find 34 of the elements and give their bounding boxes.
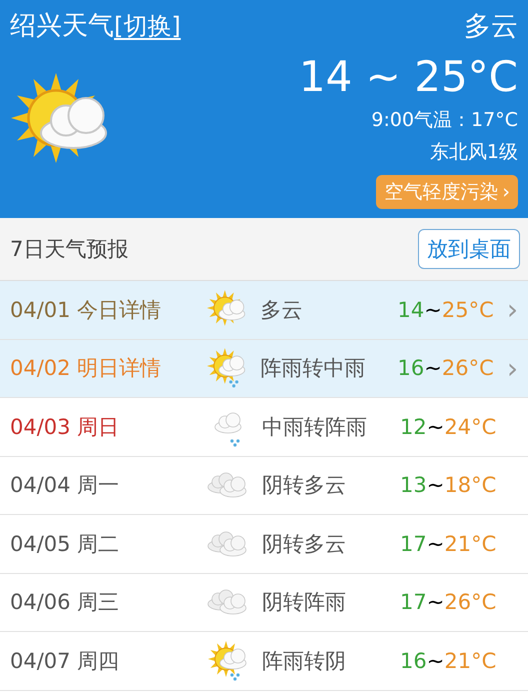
date-text: 04/07 周四 <box>10 648 120 675</box>
chevron-icon: › <box>506 293 518 326</box>
condition-text: 多云 <box>464 10 518 44</box>
switch-link[interactable]: [切换] <box>114 10 181 42</box>
date-text: 04/04 周一 <box>10 472 120 500</box>
forecast-title: 7日天气预报 <box>10 236 128 263</box>
date-text: 04/02 明日详情 <box>10 355 162 382</box>
city-title: 绍兴天气 <box>10 10 114 43</box>
weather-text: 阴转多云 <box>262 530 347 558</box>
date-text: 04/01 今日详情 <box>10 296 162 324</box>
temperature-range: 14 ~ 25°C <box>298 52 518 101</box>
weather-text: 多云 <box>260 296 304 324</box>
date-text: 04/03 周日 <box>10 414 120 441</box>
temperature-text: 17~26°C <box>400 590 498 614</box>
temperature-text: 14~25°C <box>398 298 495 322</box>
forecast-row[interactable]: 04/02 明日详情 阵雨转中雨 16~26°C › <box>0 340 528 398</box>
temperature-text: 16~21°C <box>400 648 498 673</box>
temperature-text: 17~21°C <box>400 532 498 556</box>
wind-text: 东北风1级 <box>430 140 518 165</box>
weather-text: 阵雨转阴 <box>262 648 347 675</box>
weather-text: 阴转阵雨 <box>262 589 347 616</box>
temperature-text: 16~26°C <box>398 356 495 380</box>
temperature-text: 13~18°C <box>400 473 498 498</box>
date-text: 04/06 周三 <box>10 589 120 616</box>
chevron-icon: › <box>506 352 518 385</box>
temperature-text: 12~24°C <box>400 414 498 439</box>
current-temperature: 9:00气温：17°C <box>371 108 518 133</box>
weather-text: 中雨转阵雨 <box>262 414 368 441</box>
weather-text: 阵雨转中雨 <box>260 355 366 382</box>
forecast-row[interactable]: 04/01 今日详情 多云 14~25°C › <box>0 281 528 340</box>
date-text: 04/05 周二 <box>10 530 120 558</box>
weather-text: 阴转多云 <box>262 472 347 500</box>
add-to-desktop-button[interactable]: 放到桌面 <box>418 229 520 269</box>
air-quality-button[interactable]: 空气轻度污染 › <box>376 175 518 209</box>
